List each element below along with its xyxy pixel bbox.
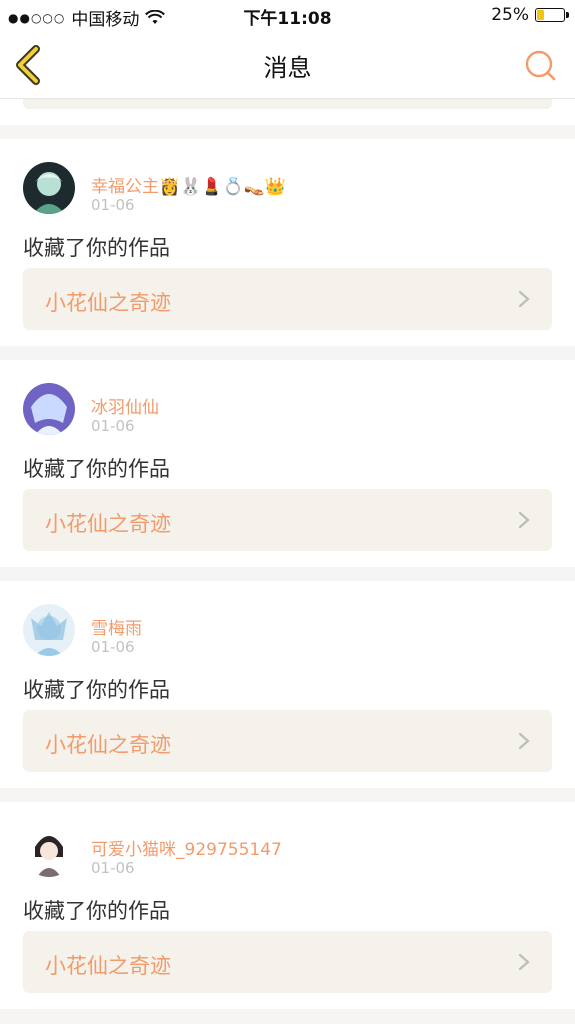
work-card[interactable]: 小花仙之奇迹 (23, 268, 552, 330)
message-list: 幸福公主👸🐰💄💍👡👑 01-06 收藏了你的作品 小花仙之奇迹 冰羽仙仙 01-… (0, 99, 575, 1009)
action-text: 收藏了你的作品 (23, 236, 170, 260)
username[interactable]: 可爱小猫咪_929755147 (91, 835, 282, 860)
username[interactable]: 雪梅雨 (91, 614, 142, 639)
status-bar: ●●○○○ 中国移动 下午11:08 25% (0, 0, 575, 32)
battery-icon (535, 8, 569, 22)
message-item: 冰羽仙仙 01-06 收藏了你的作品 小花仙之奇迹 (0, 360, 575, 567)
avatar[interactable] (23, 604, 75, 656)
chevron-right-icon (518, 290, 530, 308)
message-date: 01-06 (91, 417, 135, 435)
avatar[interactable] (23, 825, 75, 877)
message-item: 雪梅雨 01-06 收藏了你的作品 小花仙之奇迹 (0, 581, 575, 788)
message-item: 幸福公主👸🐰💄💍👡👑 01-06 收藏了你的作品 小花仙之奇迹 (0, 139, 575, 346)
chevron-right-icon (518, 953, 530, 971)
work-card[interactable]: 小花仙之奇迹 (23, 931, 552, 993)
message-date: 01-06 (91, 859, 135, 877)
action-text: 收藏了你的作品 (23, 678, 170, 702)
chevron-right-icon (518, 511, 530, 529)
battery-percent: 25% (491, 5, 529, 25)
work-title: 小花仙之奇迹 (45, 291, 171, 315)
status-right: 25% (491, 5, 569, 25)
username[interactable]: 冰羽仙仙 (91, 393, 159, 418)
work-card[interactable]: 小花仙之奇迹 (23, 710, 552, 772)
avatar[interactable] (23, 383, 75, 435)
chevron-right-icon (518, 732, 530, 750)
action-text: 收藏了你的作品 (23, 899, 170, 923)
status-time: 下午11:08 (243, 9, 332, 29)
work-title: 小花仙之奇迹 (45, 512, 171, 536)
page-title: 消息 (263, 54, 312, 82)
partial-previous-item (0, 99, 575, 125)
partial-work-card (23, 99, 552, 109)
message-date: 01-06 (91, 196, 135, 214)
username[interactable]: 幸福公主👸🐰💄💍👡👑 (91, 172, 286, 197)
work-title: 小花仙之奇迹 (45, 733, 171, 757)
search-icon[interactable] (523, 48, 557, 82)
nav-bar: 消息 (0, 32, 575, 99)
message-item: 可爱小猫咪_929755147 01-06 收藏了你的作品 小花仙之奇迹 (0, 802, 575, 1009)
message-date: 01-06 (91, 638, 135, 656)
avatar[interactable] (23, 162, 75, 214)
work-title: 小花仙之奇迹 (45, 954, 171, 978)
work-card[interactable]: 小花仙之奇迹 (23, 489, 552, 551)
action-text: 收藏了你的作品 (23, 457, 170, 481)
